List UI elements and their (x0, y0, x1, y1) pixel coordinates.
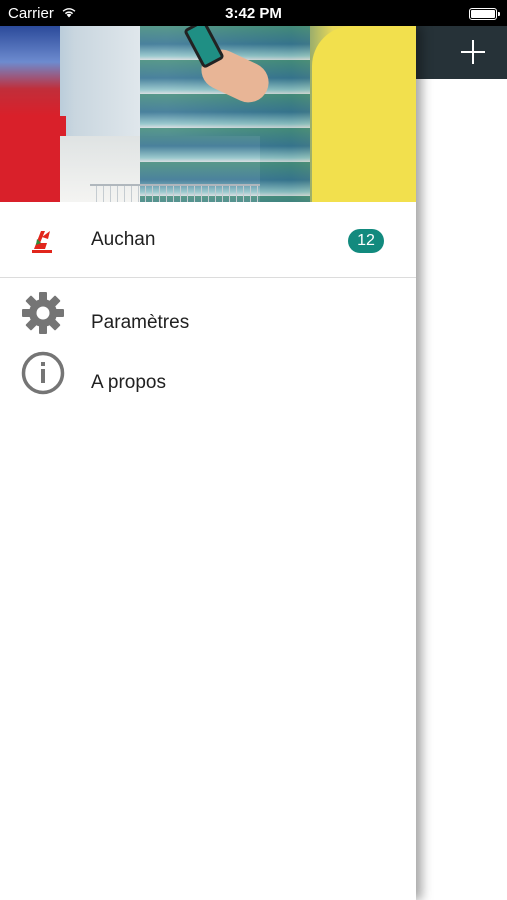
drawer-item-about[interactable]: A propos (0, 351, 416, 414)
battery-icon (469, 8, 500, 20)
count-badge: 12 (348, 229, 384, 253)
info-icon (21, 351, 65, 395)
drawer-menu: Auchan 12 Paramètres A propos (0, 202, 416, 414)
add-button[interactable] (457, 36, 489, 68)
drawer-item-label: Auchan (91, 229, 156, 250)
auchan-logo (32, 231, 52, 253)
gear-icon (22, 292, 64, 334)
status-bar: Carrier 3:42 PM (0, 0, 507, 26)
drawer-item-label: Paramètres (91, 312, 190, 333)
drawer-item-settings[interactable]: Paramètres (0, 292, 416, 354)
drawer-item-label: A propos (91, 372, 166, 393)
status-time: 3:42 PM (225, 5, 282, 22)
navigation-drawer: Auchan 12 Paramètres A propos (0, 26, 416, 900)
drawer-header-image (0, 26, 416, 202)
drawer-item-auchan[interactable]: Auchan 12 (0, 202, 416, 278)
